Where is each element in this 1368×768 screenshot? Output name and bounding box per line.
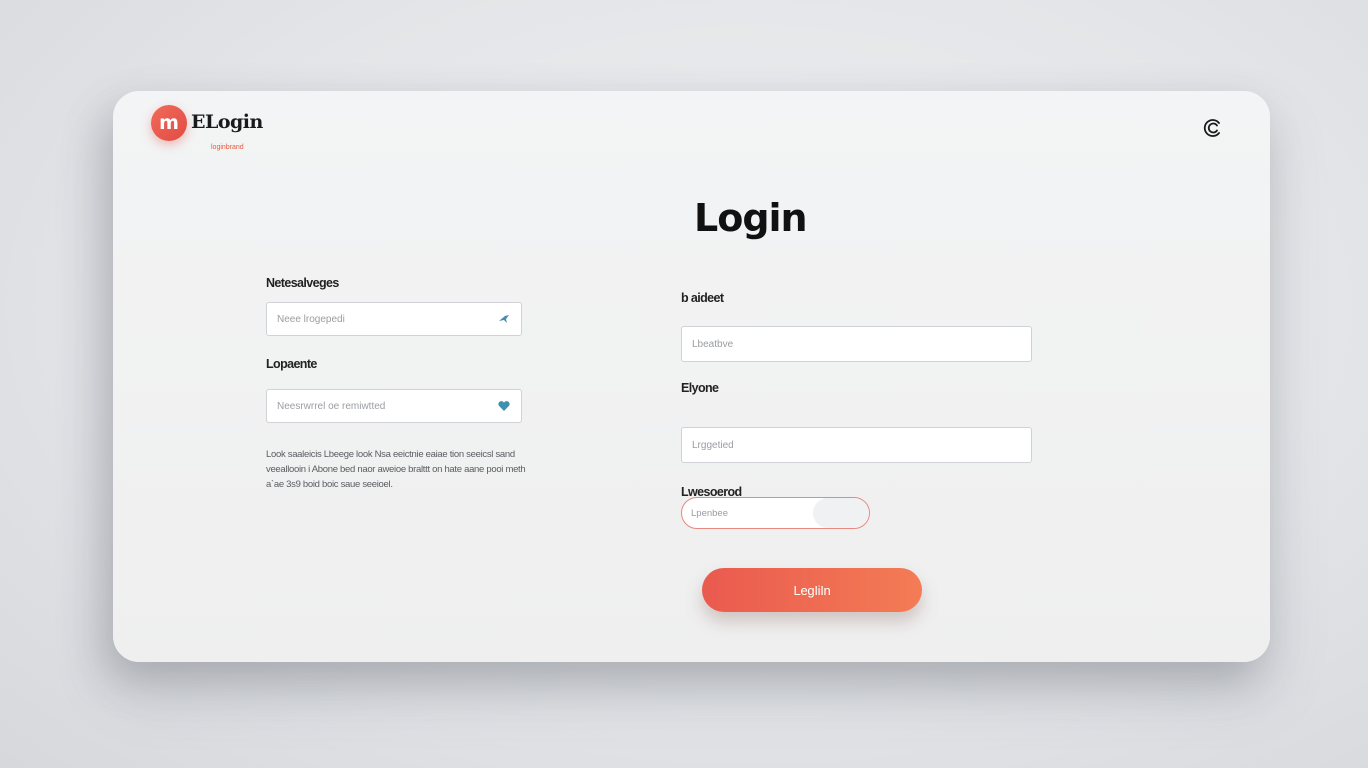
- right-field2-label: Elyone: [681, 381, 719, 395]
- brand-name: ELogin: [191, 111, 263, 133]
- left-field2-input[interactable]: [267, 390, 521, 422]
- left-field1-input[interactable]: [267, 303, 521, 335]
- brand-logo-letter: m: [159, 111, 179, 134]
- bird-icon: [499, 315, 509, 323]
- right-field3[interactable]: [681, 497, 870, 529]
- right-field2-input[interactable]: [682, 428, 1031, 462]
- right-field1[interactable]: [681, 326, 1032, 362]
- right-field2[interactable]: [681, 427, 1032, 463]
- toggle-knob[interactable]: [813, 498, 869, 528]
- left-field2-label: Lopaente: [266, 357, 317, 371]
- left-field2[interactable]: [266, 389, 522, 423]
- heart-icon: [498, 401, 510, 411]
- login-card: m ELogin loginbrand Logi​n Netesalveges …: [113, 91, 1270, 662]
- helper-text: Look saaleicis Lbeege look Nsa eeictnie …: [266, 449, 526, 490]
- right-field1-input[interactable]: [682, 327, 1031, 361]
- right-field1-label: b aideet: [681, 291, 724, 305]
- left-field1-label: Netesalveges: [266, 276, 339, 290]
- left-field1[interactable]: [266, 302, 522, 336]
- right-field3-input[interactable]: [682, 498, 821, 528]
- login-button[interactable]: LegIiIn: [702, 568, 922, 612]
- page-title: Logi​n: [694, 196, 808, 240]
- brand-logo[interactable]: m: [151, 105, 187, 141]
- brand-tagline: loginbrand: [211, 144, 244, 151]
- c-logo-icon[interactable]: [1202, 117, 1224, 139]
